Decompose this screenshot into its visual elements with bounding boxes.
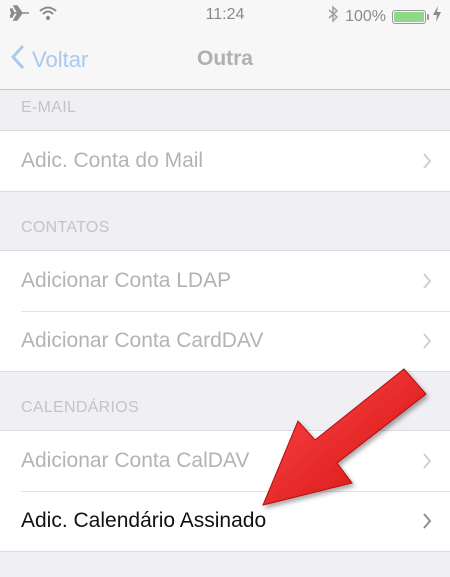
calendars-group: Adicionar Conta CalDAV Adic. Calendário …: [0, 430, 450, 552]
list-item-add-carddav-account[interactable]: Adicionar Conta CardDAV: [0, 311, 450, 371]
section-header-email: E-MAIL: [21, 99, 77, 116]
chevron-right-icon: [422, 272, 432, 295]
list-item-add-caldav-account[interactable]: Adicionar Conta CalDAV: [0, 431, 450, 491]
list-item-label: Adicionar Conta LDAP: [21, 269, 232, 292]
list-item-add-mail-account[interactable]: Adic. Conta do Mail: [0, 131, 450, 191]
navigation-bar: Voltar Outra: [0, 30, 450, 90]
bluetooth-icon: [327, 5, 339, 28]
battery-icon: [392, 9, 429, 24]
chevron-right-icon: [422, 512, 432, 535]
section-header-calendars: CALENDÁRIOS: [21, 399, 139, 416]
list-item-label: Adic. Conta do Mail: [21, 149, 204, 172]
list-item-label: Adic. Calendário Assinado: [21, 509, 267, 532]
list-item-add-ldap-account[interactable]: Adicionar Conta LDAP: [0, 251, 450, 311]
list-item-label: Adicionar Conta CardDAV: [21, 329, 264, 352]
chevron-right-icon: [422, 452, 432, 475]
chevron-right-icon: [422, 152, 432, 175]
contacts-group: Adicionar Conta LDAP Adicionar Conta Car…: [0, 250, 450, 372]
page-title: Outra: [196, 47, 253, 70]
email-group: Adic. Conta do Mail: [0, 130, 450, 192]
chevron-right-icon: [422, 332, 432, 355]
list-item-label: Adicionar Conta CalDAV: [21, 449, 250, 472]
battery-percent: 100%: [345, 7, 386, 25]
section-header-contacts: CONTATOS: [21, 219, 110, 236]
list-item-add-subscribed-calendar[interactable]: Adic. Calendário Assinado: [0, 491, 450, 551]
charging-icon: [432, 6, 442, 27]
status-bar: 11:24 100%: [0, 0, 450, 30]
